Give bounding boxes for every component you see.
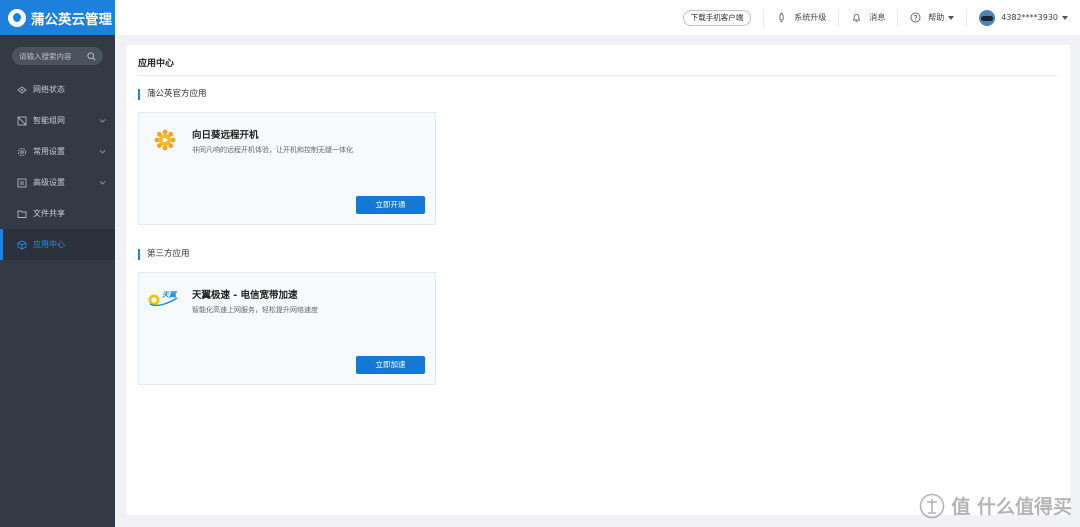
grid-icon: [17, 116, 27, 126]
top-bar: 下载手机客户端 系统升级 消息 帮助 4382****3930: [115, 0, 1080, 35]
accelerate-button[interactable]: 立即加速: [356, 356, 425, 374]
app-card-tianyi: 天翼 天翼极速 - 电信宽带加速 智能化高速上网服务，轻松提升网络速度 立即加速: [138, 272, 436, 385]
avatar: [979, 9, 996, 26]
messages-label: 消息: [869, 13, 886, 22]
sidebar: 蒲公英云管理 网络状态 智能组网 常用设置: [0, 0, 115, 527]
folder-icon: [17, 209, 27, 219]
gear-icon: [17, 147, 27, 157]
tianyi-logo-text: 天翼: [162, 291, 176, 299]
caret-down-icon: [948, 15, 955, 20]
sidebar-item-label: 网络状态: [33, 85, 65, 94]
caret-down-icon: [1062, 15, 1068, 20]
rocket-icon: [776, 12, 787, 23]
watermark: 值 什么值得买: [919, 492, 1072, 519]
search-box[interactable]: [12, 47, 103, 65]
bell-icon: [851, 12, 862, 23]
sidebar-item-app-center[interactable]: 应用中心: [0, 229, 115, 260]
chevron-down-icon: [99, 117, 106, 124]
tianyi-logo-icon: 天翼: [147, 289, 183, 311]
sidebar-item-label: 常用设置: [33, 147, 65, 156]
sidebar-item-advanced-settings[interactable]: 高级设置: [0, 167, 115, 198]
chevron-down-icon: [99, 179, 106, 186]
watermark-text: 值 什么值得买: [951, 496, 1072, 518]
account-label: 4382****3930: [1001, 13, 1058, 22]
sidebar-item-smart-network[interactable]: 智能组网: [0, 105, 115, 136]
chevron-down-icon: [99, 148, 106, 155]
account-menu[interactable]: 4382****3930: [966, 8, 1080, 27]
sidebar-item-network-status[interactable]: 网络状态: [0, 74, 115, 105]
help-menu[interactable]: 帮助: [897, 8, 966, 27]
app-name: 天翼极速 - 电信宽带加速: [192, 290, 298, 301]
search-input[interactable]: [19, 51, 87, 61]
section-title-official: 蒲公英官方应用: [138, 89, 207, 100]
sunflower-logo-icon: [154, 129, 176, 151]
system-upgrade-label: 系统升级: [794, 13, 827, 22]
main-panel: 应用中心 蒲公英官方应用 向日葵远程开机 非同凡响的远程开机体验，让开机和控制无…: [126, 45, 1070, 515]
download-app-button[interactable]: 下载手机客户端: [682, 9, 752, 26]
search-icon[interactable]: [87, 51, 96, 61]
section-title-thirdparty: 第三方应用: [138, 249, 190, 260]
brand-logo-icon: [8, 8, 26, 27]
network-icon: [17, 85, 27, 95]
sidebar-item-label: 高级设置: [33, 178, 65, 187]
sidebar-item-file-sharing[interactable]: 文件共享: [0, 198, 115, 229]
brand-header[interactable]: 蒲公英云管理: [0, 0, 115, 35]
cube-icon: [17, 239, 27, 250]
messages-button[interactable]: 消息: [838, 8, 897, 27]
activate-button[interactable]: 立即开通: [356, 196, 425, 214]
brand-title: 蒲公英云管理: [31, 11, 112, 28]
list-icon: [17, 178, 27, 188]
sidebar-item-label: 文件共享: [33, 209, 65, 218]
app-card-sunlogin: 向日葵远程开机 非同凡响的远程开机体验，让开机和控制无缝一体化 立即开通: [138, 112, 436, 225]
app-name: 向日葵远程开机: [192, 130, 259, 141]
sidebar-item-label: 智能组网: [33, 116, 65, 125]
sidebar-item-label: 应用中心: [33, 240, 65, 249]
watermark-logo-icon: [919, 493, 945, 519]
sidebar-nav: 网络状态 智能组网 常用设置 高级设置 文件共享 应用中心: [0, 74, 115, 260]
app-description: 智能化高速上网服务，轻松提升网络速度: [192, 306, 318, 314]
help-label: 帮助: [928, 13, 945, 22]
divider: [138, 75, 1057, 76]
question-circle-icon: [910, 12, 921, 23]
system-upgrade-button[interactable]: 系统升级: [763, 8, 838, 27]
page-title: 应用中心: [138, 59, 175, 69]
app-description: 非同凡响的远程开机体验，让开机和控制无缝一体化: [192, 146, 353, 154]
sidebar-item-common-settings[interactable]: 常用设置: [0, 136, 115, 167]
